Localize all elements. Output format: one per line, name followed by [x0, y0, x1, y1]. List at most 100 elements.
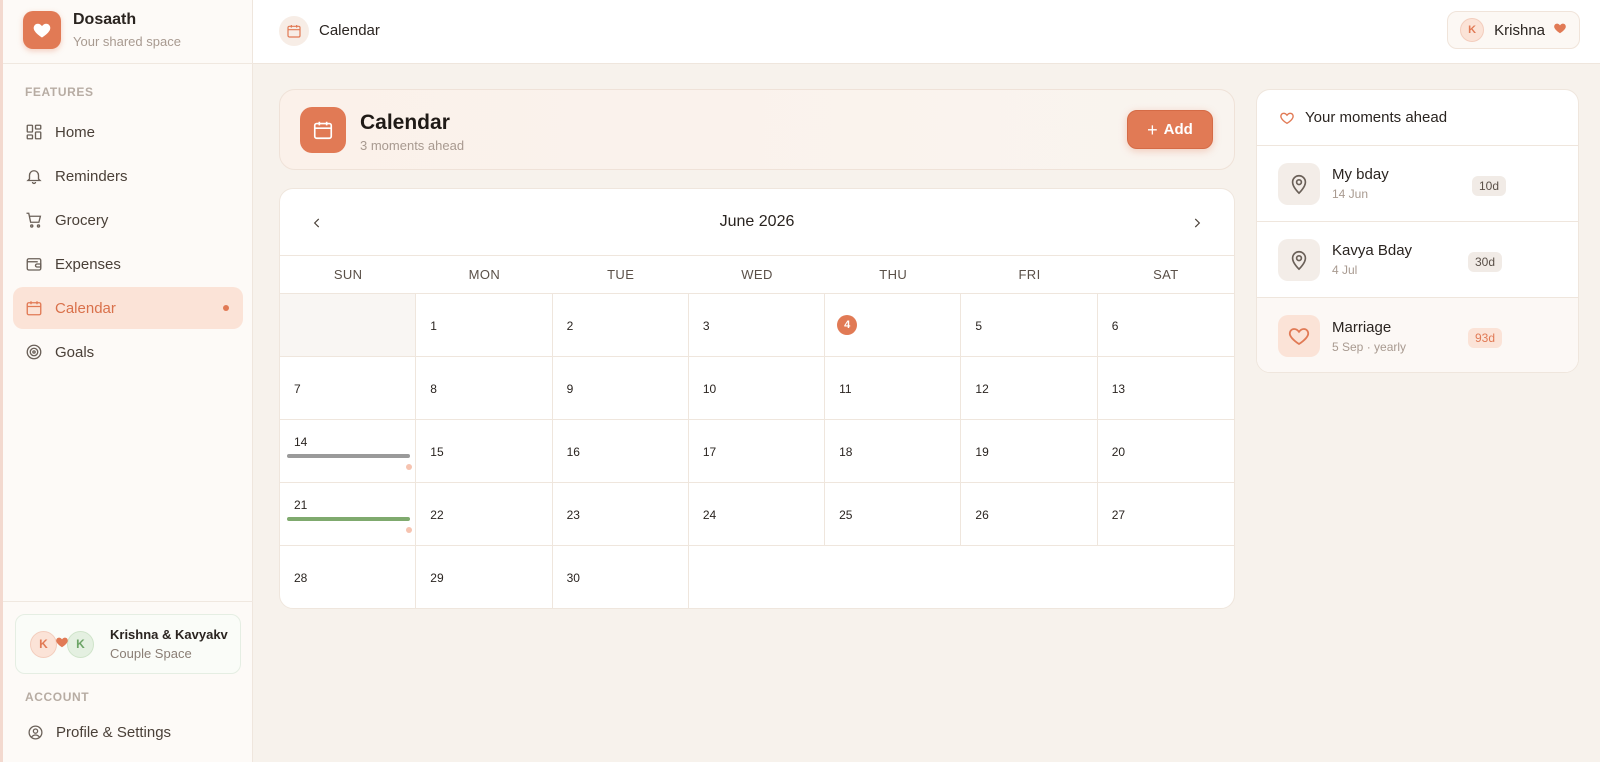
- calendar-day-22[interactable]: 22: [416, 483, 553, 546]
- day-number: 28: [294, 571, 308, 585]
- calendar-day-20[interactable]: 20: [1097, 420, 1234, 483]
- plus-icon: +: [1147, 119, 1158, 140]
- topbar: Calendar K Krishna: [253, 0, 1600, 64]
- day-number: 8: [430, 382, 437, 396]
- event-bar[interactable]: [287, 454, 410, 458]
- calendar-grid-card: June 2026 SUN MON TUE WED THU FRI SAT 12345678…: [279, 188, 1235, 609]
- moment-item[interactable]: Kavya Bday 4 Jul 30d: [1257, 222, 1578, 298]
- calendar-day-16[interactable]: 16: [552, 420, 689, 483]
- calendar-day-10[interactable]: 10: [688, 357, 826, 420]
- user-menu[interactable]: K Krishna: [1447, 11, 1580, 49]
- calendar-day-17[interactable]: 17: [688, 420, 826, 483]
- calendar-day-7[interactable]: 7: [280, 357, 417, 420]
- calendar-cell-empty: [825, 546, 961, 608]
- sidebar-item-goals[interactable]: Goals: [13, 331, 243, 373]
- sidebar-item-reminders[interactable]: Reminders: [13, 155, 243, 197]
- calendar-day-2[interactable]: 2: [552, 294, 689, 357]
- add-button[interactable]: + Add: [1127, 110, 1213, 149]
- active-dot: [223, 305, 229, 311]
- page-title: Calendar: [319, 22, 380, 39]
- grid-icon: [26, 124, 42, 140]
- calendar-day-28[interactable]: 28: [280, 546, 417, 608]
- calendar-cell-empty: [961, 546, 1097, 608]
- day-number: 7: [294, 382, 301, 396]
- sidebar-item-label: Profile & Settings: [56, 724, 172, 741]
- calendar-day-1[interactable]: 1: [416, 294, 553, 357]
- day-number: 26: [975, 508, 989, 522]
- calendar-cell-empty: [689, 546, 825, 608]
- calendar-week: 7 8 9 10 11 12 13: [280, 357, 1234, 420]
- weekday-thu: THU: [879, 267, 908, 282]
- add-label: Add: [1163, 121, 1193, 138]
- calendar-day-6[interactable]: 6: [1097, 294, 1234, 357]
- moment-item[interactable]: Marriage 5 Sep · yearly 93d: [1257, 298, 1578, 372]
- calendar-week: 21 22 23 24 25 26 27: [280, 483, 1234, 546]
- calendar-day-18[interactable]: 18: [825, 420, 962, 483]
- event-bar[interactable]: [287, 517, 410, 521]
- sidebar-nav: Home Reminders Grocery Expenses Calendar…: [13, 111, 243, 375]
- sidebar-item-label: Expenses: [55, 255, 121, 273]
- sidebar-item-grocery[interactable]: Grocery: [13, 199, 243, 241]
- heart-outline-icon: [1280, 112, 1294, 124]
- calendar-day-13[interactable]: 13: [1097, 357, 1234, 420]
- month-navigation: June 2026: [280, 189, 1234, 256]
- calendar-day-8[interactable]: 8: [416, 357, 553, 420]
- day-number: 19: [975, 445, 989, 459]
- calendar-day-5[interactable]: 5: [961, 294, 1098, 357]
- account-label: ACCOUNT: [25, 690, 90, 704]
- sidebar: Dosaath Your shared space FEATURES Home …: [0, 0, 253, 762]
- wallet-icon: [26, 258, 42, 271]
- day-number: 23: [566, 508, 580, 522]
- calendar-day-25[interactable]: 25: [825, 483, 962, 546]
- avatar: K: [30, 630, 57, 658]
- calendar-day-27[interactable]: 27: [1097, 483, 1234, 546]
- calendar-day-29[interactable]: 29: [416, 546, 553, 608]
- calendar-day-24[interactable]: 24: [688, 483, 826, 546]
- calendar-day-15[interactable]: 15: [416, 420, 553, 483]
- moment-title: Kavya Bday: [1332, 242, 1413, 259]
- calendar-day-12[interactable]: 12: [961, 357, 1098, 420]
- sidebar-item-label: Calendar: [55, 299, 116, 317]
- moments-header: Your moments ahead: [1257, 90, 1578, 146]
- moment-item[interactable]: My bday 14 Jun 10d: [1257, 146, 1578, 222]
- calendar-day-3[interactable]: 3: [688, 294, 826, 357]
- weekday-fri: FRI: [1018, 267, 1041, 282]
- day-number: 2: [566, 319, 574, 333]
- calendar-grid: 1 2 3 4 5 6 7 8 9 10 11 12 13 14 15 16 17 18 19 20 21 22 23 24 2…: [280, 294, 1234, 608]
- moments-count: 3 moments ahead: [360, 138, 465, 153]
- calendar-day-23[interactable]: 23: [552, 483, 689, 546]
- calendar-day-19[interactable]: 19: [961, 420, 1098, 483]
- weekday-sat: SAT: [1153, 267, 1179, 282]
- calendar-day-30[interactable]: 30: [553, 546, 689, 608]
- couple-space-card[interactable]: K K Krishna & Kavyakv Couple Space: [15, 614, 241, 674]
- calendar-day-11[interactable]: 11: [825, 357, 962, 420]
- calendar-day-4[interactable]: 4: [825, 294, 962, 357]
- sidebar-divider: [3, 63, 253, 64]
- avatar: K: [1460, 18, 1485, 42]
- weekday-sun: SUN: [333, 267, 363, 282]
- location-pin-icon: [1278, 162, 1320, 205]
- calendar-week: 1 2 3 4 5 6: [280, 294, 1234, 357]
- heart-outline-icon: [1278, 315, 1320, 357]
- calendar-day-21[interactable]: 21: [280, 483, 417, 546]
- weekday-tue: TUE: [607, 267, 635, 282]
- bell-icon: [26, 170, 42, 185]
- next-month-button[interactable]: [1185, 211, 1209, 235]
- day-number: 18: [839, 445, 853, 459]
- brand[interactable]: Dosaath Your shared space: [23, 11, 181, 49]
- event-dot: [406, 464, 412, 470]
- moment-title: Marriage: [1332, 318, 1392, 336]
- cart-icon: [26, 212, 42, 228]
- sidebar-item-calendar[interactable]: Calendar: [13, 287, 243, 329]
- sidebar-item-expenses[interactable]: Expenses: [13, 243, 243, 285]
- calendar-day-14[interactable]: 14: [280, 420, 417, 483]
- day-number: 1: [430, 319, 437, 333]
- countdown-badge: 93d: [1468, 328, 1503, 348]
- calendar-day-9[interactable]: 9: [552, 357, 689, 420]
- calendar-icon: [300, 107, 346, 153]
- calendar-day-26[interactable]: 26: [961, 483, 1098, 546]
- sidebar-item-home[interactable]: Home: [13, 111, 243, 153]
- sidebar-item-profile-settings[interactable]: Profile & Settings: [27, 724, 171, 741]
- countdown-badge: 30d: [1468, 252, 1503, 272]
- day-number: 21: [294, 498, 308, 512]
